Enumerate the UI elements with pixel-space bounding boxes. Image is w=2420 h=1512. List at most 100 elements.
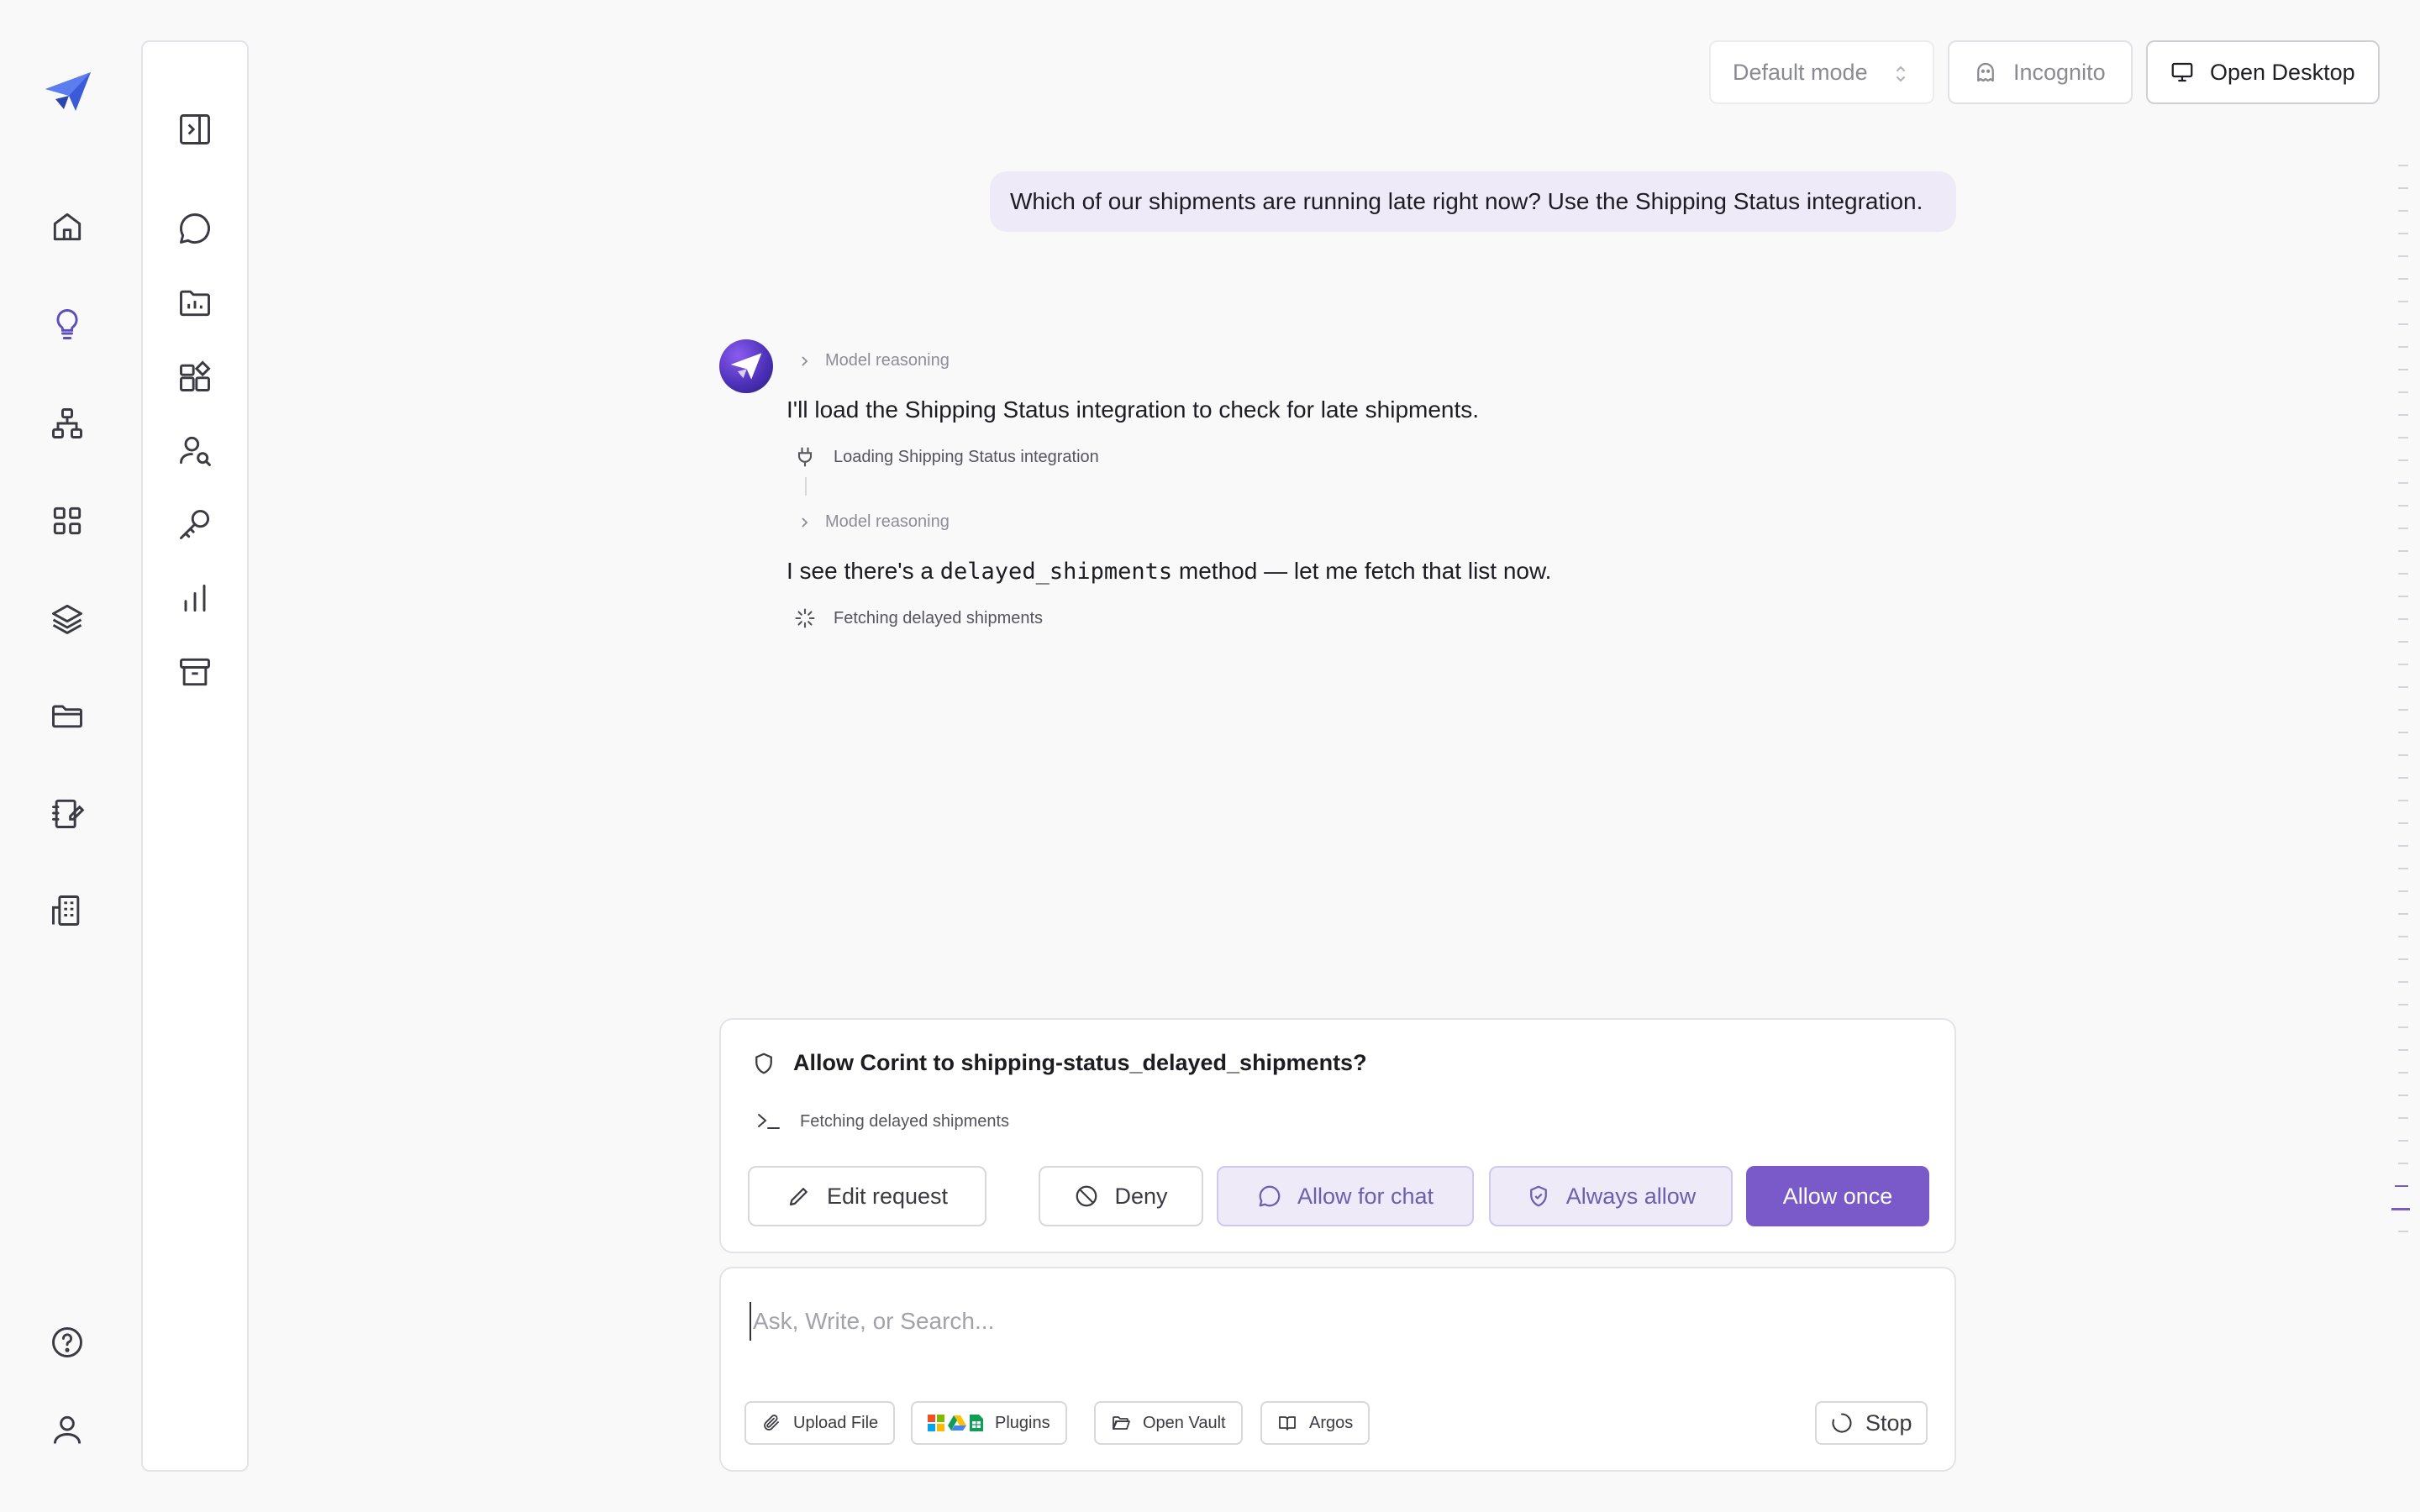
allow-for-chat-label: Allow for chat bbox=[1297, 1183, 1434, 1209]
notebook-edit-icon[interactable] bbox=[49, 795, 86, 832]
chevron-right-icon bbox=[802, 517, 808, 528]
allow-once-label: Allow once bbox=[1782, 1183, 1893, 1209]
minimap-tick bbox=[2398, 1117, 2408, 1119]
chat-bubble-icon[interactable] bbox=[176, 210, 213, 247]
argos-button[interactable]: Argos bbox=[1260, 1401, 1370, 1445]
open-desktop-label: Open Desktop bbox=[2210, 59, 2355, 85]
minimap-tick bbox=[2398, 437, 2408, 438]
key-icon[interactable] bbox=[176, 506, 213, 543]
minimap-tick bbox=[2398, 686, 2408, 688]
deny-button[interactable]: Deny bbox=[1039, 1166, 1203, 1226]
ban-icon bbox=[1076, 1185, 1097, 1207]
minimap-tick bbox=[2398, 641, 2408, 643]
secondary-panel bbox=[141, 40, 249, 1472]
minimap-tick bbox=[2398, 1049, 2408, 1051]
timeline-connector bbox=[805, 477, 807, 496]
chevron-right-icon bbox=[802, 355, 808, 366]
minimap-tick bbox=[2398, 1163, 2408, 1164]
user-icon[interactable] bbox=[49, 1411, 86, 1448]
minimap-tick bbox=[2398, 414, 2408, 416]
minimap-tick bbox=[2398, 210, 2408, 212]
assistant-message: I'll load the Shipping Status integratio… bbox=[786, 396, 1480, 423]
minimap-tick bbox=[2398, 664, 2408, 665]
minimap-tick bbox=[2398, 822, 2408, 824]
minimap-tick bbox=[2398, 1072, 2408, 1074]
minimap-tick bbox=[2398, 709, 2408, 711]
book-open-icon bbox=[1279, 1416, 1296, 1431]
mode-select[interactable]: Default mode bbox=[1709, 40, 1934, 104]
minimap-tick bbox=[2398, 1004, 2408, 1005]
plugin-logos-icon bbox=[928, 1415, 983, 1431]
chat-input[interactable] bbox=[750, 1302, 1842, 1341]
tool-label: Fetching delayed shipments bbox=[834, 608, 1044, 627]
minimap-tick bbox=[2398, 1026, 2408, 1028]
user-search-icon[interactable] bbox=[176, 432, 213, 469]
minimap-tick bbox=[2398, 981, 2408, 983]
always-allow-label: Always allow bbox=[1565, 1183, 1697, 1209]
permission-title-row: Allow Corint to shipping-status_delayed_… bbox=[751, 1050, 1367, 1076]
command-label: Fetching delayed shipments bbox=[800, 1111, 1010, 1131]
minimap-tick bbox=[2398, 777, 2408, 779]
building-icon[interactable] bbox=[49, 892, 86, 929]
edit-request-button[interactable]: Edit request bbox=[748, 1166, 986, 1226]
minimap-tick bbox=[2398, 550, 2408, 552]
allow-once-button[interactable]: Allow once bbox=[1746, 1166, 1929, 1226]
minimap-tick bbox=[2398, 596, 2408, 597]
shield-check-icon bbox=[1529, 1185, 1547, 1207]
minimap-tick bbox=[2398, 187, 2408, 189]
always-allow-button[interactable]: Always allow bbox=[1489, 1166, 1733, 1226]
user-message: Which of our shipments are running late … bbox=[990, 171, 1956, 232]
loading-icon bbox=[1832, 1413, 1852, 1433]
sidebar-toggle-icon[interactable] bbox=[176, 111, 213, 148]
plugins-button[interactable]: Plugins bbox=[911, 1401, 1067, 1445]
app-logo[interactable] bbox=[44, 71, 92, 113]
minimap-tick bbox=[2398, 958, 2408, 960]
tool-call: Loading Shipping Status integration bbox=[793, 445, 1099, 469]
minimap-tick bbox=[2398, 346, 2408, 348]
help-icon[interactable] bbox=[49, 1324, 86, 1361]
grid-icon[interactable] bbox=[49, 502, 86, 539]
monitor-icon bbox=[2170, 60, 2195, 85]
model-reasoning-toggle[interactable]: Model reasoning bbox=[798, 512, 950, 532]
layers-icon[interactable] bbox=[49, 600, 86, 637]
ghost-icon bbox=[1973, 60, 1998, 85]
minimap-tick bbox=[2398, 732, 2408, 733]
sitemap-icon[interactable] bbox=[49, 405, 86, 442]
tool-label: Loading Shipping Status integration bbox=[834, 447, 1099, 466]
widgets-icon[interactable] bbox=[176, 358, 213, 395]
scroll-minimap[interactable] bbox=[2391, 165, 2412, 1290]
folder-icon[interactable] bbox=[49, 697, 86, 734]
folder-open-icon bbox=[1113, 1416, 1130, 1430]
open-desktop-button[interactable]: Open Desktop bbox=[2146, 40, 2380, 104]
minimap-tick bbox=[2398, 1140, 2408, 1142]
upload-file-button[interactable]: Upload File bbox=[744, 1401, 896, 1445]
deny-label: Deny bbox=[1114, 1183, 1168, 1209]
stop-button[interactable]: Stop bbox=[1815, 1401, 1928, 1445]
composer: Upload File Plugins Open Vault Argos Sto… bbox=[719, 1267, 1956, 1472]
reasoning-label: Model reasoning bbox=[825, 512, 950, 531]
open-vault-button[interactable]: Open Vault bbox=[1094, 1401, 1243, 1445]
incognito-button[interactable]: Incognito bbox=[1948, 40, 2133, 104]
open-vault-label: Open Vault bbox=[1143, 1413, 1226, 1432]
minimap-tick bbox=[2398, 459, 2408, 461]
plugins-label: Plugins bbox=[995, 1413, 1050, 1432]
lightbulb-icon[interactable] bbox=[49, 306, 86, 343]
minimap-tick bbox=[2398, 528, 2408, 529]
model-reasoning-toggle[interactable]: Model reasoning bbox=[798, 351, 950, 370]
message-text: method — let me fetch that list now. bbox=[1172, 558, 1552, 584]
folder-chart-icon[interactable] bbox=[176, 284, 213, 321]
stop-label: Stop bbox=[1865, 1410, 1912, 1436]
minimap-tick bbox=[2398, 505, 2408, 507]
minimap-tick bbox=[2398, 278, 2408, 280]
message-text: I see there's a bbox=[786, 558, 940, 584]
minimap-tick bbox=[2398, 936, 2408, 937]
allow-for-chat-button[interactable]: Allow for chat bbox=[1217, 1166, 1474, 1226]
minimap-tick bbox=[2398, 573, 2408, 575]
minimap-tick bbox=[2398, 323, 2408, 325]
archive-icon[interactable] bbox=[176, 654, 213, 690]
assistant-avatar bbox=[719, 339, 773, 393]
reasoning-label: Model reasoning bbox=[825, 351, 950, 370]
minimap-tick bbox=[2398, 233, 2408, 234]
bar-chart-icon[interactable] bbox=[176, 580, 213, 617]
home-icon[interactable] bbox=[49, 208, 86, 245]
